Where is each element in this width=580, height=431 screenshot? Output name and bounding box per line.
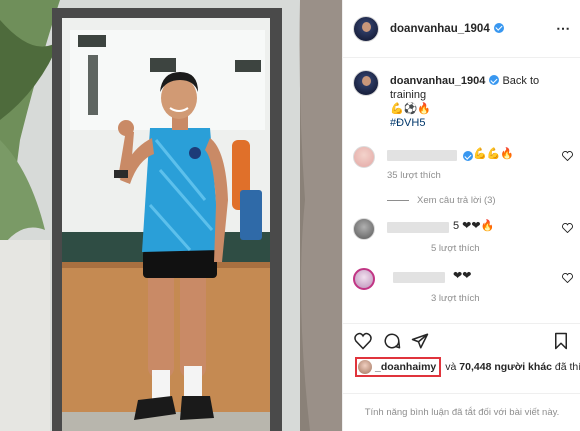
comment-likes[interactable]: 3 lượt thích [431,293,480,304]
caption-username[interactable]: doanvanhau_1904 [390,75,485,87]
caption-emojis: 💪⚽🔥 [390,103,432,115]
commenter-avatar[interactable] [353,268,375,290]
comment-likes[interactable]: 35 lượt thích [387,170,441,181]
likes-summary: _doanhaimy và 70,448 người khác đã thích [355,357,580,377]
post-header: doanvanhau_1904 ⋯ [343,0,580,58]
view-replies-label: Xem câu trả lời (3) [417,195,496,206]
like-comment-heart-icon[interactable] [562,223,573,233]
comment-text: 5 ❤❤🔥 [453,220,495,232]
divider-line [387,200,409,201]
likes-text: và 70,448 người khác đã thích [445,361,580,373]
more-options-icon[interactable]: ⋯ [556,20,571,37]
share-paper-plane-icon[interactable] [411,332,429,350]
highlighted-liker[interactable]: _doanhaimy [355,357,442,377]
comment-text: ❤❤ [453,270,472,282]
comments-disabled-notice: Tính năng bình luận đã tắt đối với bài v… [343,393,580,431]
like-heart-icon[interactable] [354,332,372,350]
post-actions: _doanhaimy và 70,448 người khác đã thích [343,323,580,393]
verified-badge-icon [493,22,504,33]
comments-section[interactable]: doanvanhau_1904 Back to training 💪⚽🔥 #ĐV… [343,58,580,323]
liker-username[interactable]: _doanhaimy [375,361,436,373]
likes-others-count[interactable]: 70,448 người khác [459,361,552,373]
commenter-avatar[interactable] [353,218,375,240]
caption-text: doanvanhau_1904 Back to training 💪⚽🔥 #ĐV… [390,74,575,130]
view-replies-link[interactable]: Xem câu trả lời (3) [387,195,496,206]
save-bookmark-icon[interactable] [552,332,570,350]
comment-text: 💪💪🔥 [473,148,515,160]
comment-bubble-icon[interactable] [383,332,401,350]
caption-avatar[interactable] [353,70,379,96]
commenter-avatar[interactable] [353,146,375,168]
caption-hashtag[interactable]: #ĐVH5 [390,117,425,129]
author-avatar[interactable] [353,15,379,42]
like-comment-heart-icon[interactable] [562,273,573,283]
blurred-username [387,222,449,233]
liker-avatar [358,360,372,374]
post-panel: doanvanhau_1904 ⋯ doanvanhau_1904 Back t… [342,0,580,431]
blurred-username [393,272,445,283]
comment-likes[interactable]: 5 lượt thích [431,243,480,254]
post-photo[interactable] [0,0,342,431]
blurred-username [387,150,457,161]
author-username[interactable]: doanvanhau_1904 [390,22,504,35]
verified-badge-icon [489,75,500,85]
player-photo-illustration [0,0,342,431]
verified-badge-icon [463,151,473,161]
like-comment-heart-icon[interactable] [562,151,573,161]
